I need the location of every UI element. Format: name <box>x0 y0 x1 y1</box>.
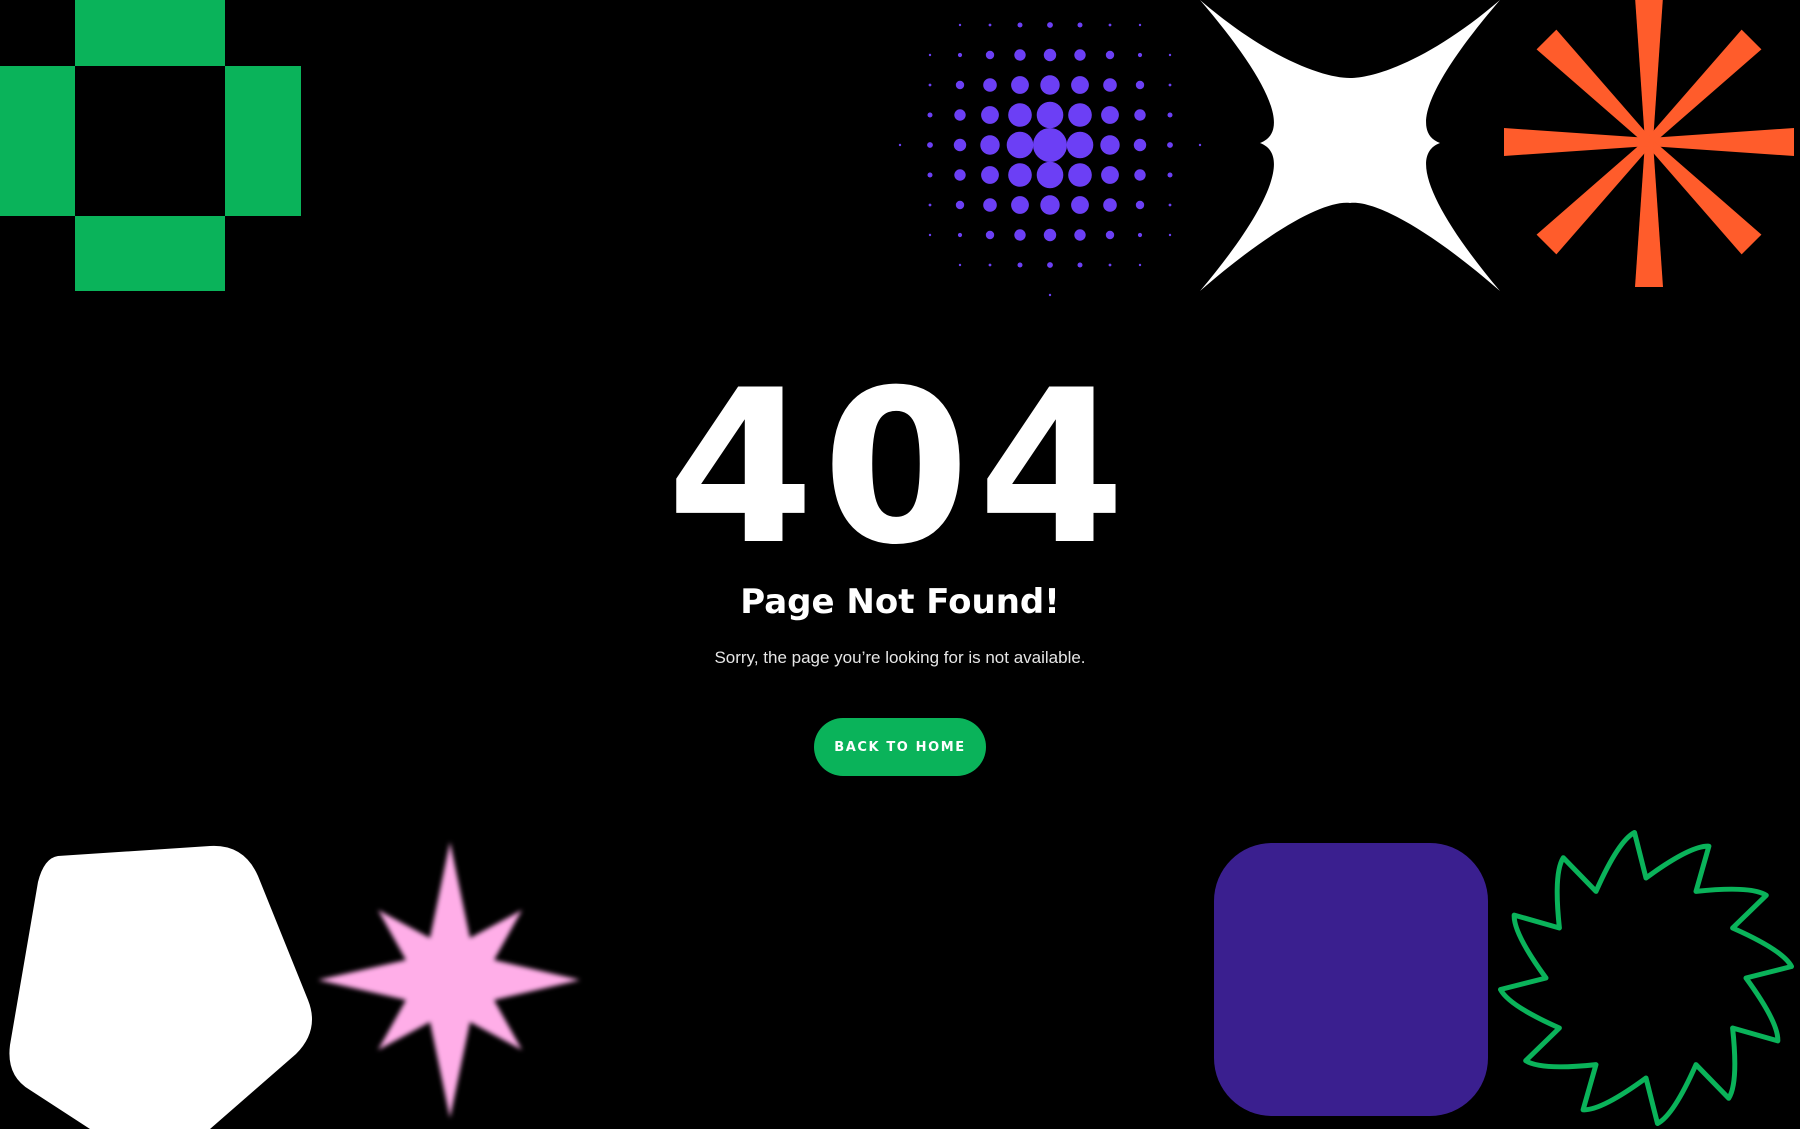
white-sparkle-shape <box>1200 0 1500 291</box>
halftone-dot <box>1068 103 1092 127</box>
halftone-dot <box>1040 195 1060 215</box>
halftone-dot <box>928 53 932 57</box>
halftone-dot <box>1077 22 1083 28</box>
halftone-dot <box>1071 76 1089 94</box>
halftone-dot <box>957 52 963 58</box>
halftone-dot <box>1006 131 1034 159</box>
halftone-dot <box>983 198 997 212</box>
halftone-dot <box>1138 263 1142 267</box>
green-sawblade-shape <box>1498 830 1794 1126</box>
halftone-dot <box>955 200 965 210</box>
halftone-dot <box>1074 229 1086 241</box>
halftone-dot <box>1047 262 1053 268</box>
halftone-dot <box>1167 142 1173 148</box>
halftone-dot <box>1101 166 1119 184</box>
halftone-dot <box>980 135 1000 155</box>
white-pentagon-shape <box>9 845 313 1129</box>
not-found-content: 404 Page Not Found! Sorry, the page you’… <box>0 344 1800 776</box>
halftone-dot <box>1017 22 1023 28</box>
halftone-dot <box>985 230 995 240</box>
halftone-dot <box>1168 83 1172 87</box>
green-pixel-ring-shape <box>0 0 301 291</box>
halftone-dot <box>928 203 932 207</box>
halftone-dot <box>1068 163 1092 187</box>
halftone-dot <box>1014 49 1026 61</box>
halftone-dot <box>1134 169 1146 181</box>
halftone-dot <box>1043 48 1057 62</box>
halftone-dot <box>955 80 965 90</box>
halftone-dot <box>981 106 999 124</box>
halftone-dot <box>1017 262 1023 268</box>
page-title: Page Not Found! <box>740 582 1060 622</box>
halftone-dot <box>954 169 966 181</box>
halftone-dot <box>957 232 963 238</box>
halftone-dot <box>1008 163 1032 187</box>
halftone-dot <box>927 172 933 178</box>
halftone-dot <box>1047 22 1053 28</box>
purple-rounded-square-shape <box>1214 843 1488 1116</box>
halftone-dot <box>1036 161 1064 189</box>
halftone-dot <box>928 83 932 87</box>
halftone-dot <box>1167 172 1173 178</box>
halftone-dot <box>958 263 962 267</box>
halftone-dot <box>1134 109 1146 121</box>
halftone-dot <box>983 78 997 92</box>
halftone-dot <box>1108 263 1112 267</box>
orange-asterisk-shape <box>1504 0 1794 287</box>
halftone-dot <box>1077 262 1083 268</box>
halftone-dot <box>1133 138 1147 152</box>
halftone-dot <box>1167 112 1173 118</box>
halftone-dot <box>1168 53 1172 57</box>
halftone-dot <box>1103 198 1117 212</box>
halftone-dot <box>1036 101 1064 129</box>
halftone-dot <box>1071 196 1089 214</box>
halftone-dot <box>1011 76 1029 94</box>
purple-halftone-dots-shape <box>898 22 1202 297</box>
halftone-dot <box>988 263 992 267</box>
halftone-dot <box>1100 135 1120 155</box>
halftone-dot <box>1011 196 1029 214</box>
halftone-dot <box>985 50 995 60</box>
halftone-dot <box>1033 128 1067 162</box>
halftone-dot <box>1105 50 1115 60</box>
halftone-dot <box>1138 23 1142 27</box>
halftone-dot <box>927 142 933 148</box>
halftone-dot <box>1137 232 1143 238</box>
halftone-dot <box>953 138 967 152</box>
halftone-dot <box>1135 80 1145 90</box>
halftone-dot <box>898 143 902 147</box>
back-to-home-button[interactable]: BACK TO HOME <box>814 718 986 776</box>
halftone-dot <box>1137 52 1143 58</box>
halftone-dot <box>1101 106 1119 124</box>
halftone-dot <box>1040 75 1060 95</box>
error-code: 404 <box>666 344 1134 591</box>
halftone-dot <box>1103 78 1117 92</box>
halftone-dot <box>1168 233 1172 237</box>
halftone-dot <box>1105 230 1115 240</box>
page-message: Sorry, the page you’re looking for is no… <box>714 648 1086 667</box>
halftone-dot <box>1008 103 1032 127</box>
halftone-dot <box>927 112 933 118</box>
halftone-dot <box>954 109 966 121</box>
halftone-dot <box>981 166 999 184</box>
halftone-dot <box>1108 23 1112 27</box>
halftone-dot <box>1066 131 1094 159</box>
halftone-dot <box>928 233 932 237</box>
halftone-dot <box>1168 203 1172 207</box>
halftone-dot <box>1135 200 1145 210</box>
halftone-dot <box>958 23 962 27</box>
sawblade-outline <box>1498 830 1794 1126</box>
halftone-dot <box>1014 229 1026 241</box>
pink-star-shape <box>318 842 580 1118</box>
halftone-dot <box>988 23 992 27</box>
halftone-dot <box>1074 49 1086 61</box>
halftone-dot <box>1043 228 1057 242</box>
halftone-dot <box>1048 293 1052 297</box>
